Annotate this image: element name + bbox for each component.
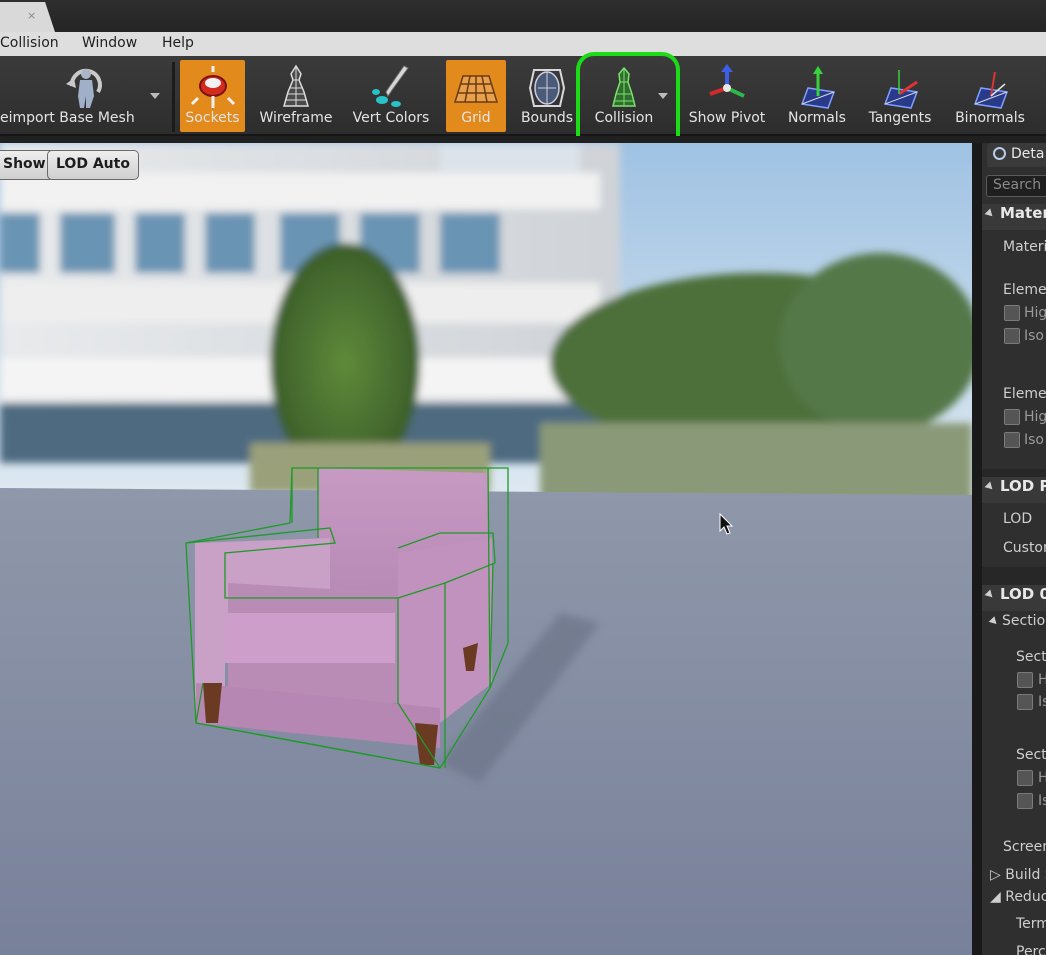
- section0-isolate-label: Is: [1038, 694, 1046, 710]
- viewport-frame: [0, 136, 1046, 143]
- magnifier-icon: [993, 147, 1006, 160]
- binormals-label: Binormals: [955, 110, 1025, 126]
- binormals-button[interactable]: Binormals: [952, 60, 1028, 132]
- binormals-icon: [973, 71, 1009, 109]
- highlight1-label: Hig: [1024, 409, 1046, 425]
- details-tab-label: Deta: [1011, 146, 1045, 162]
- bounds-label: Bounds: [520, 110, 574, 126]
- isolate0-label: Iso: [1024, 328, 1044, 344]
- section1-highlight-label: H: [1038, 770, 1046, 786]
- element1-label: Elemen: [1003, 386, 1046, 402]
- reimport-dropdown-arrow[interactable]: [150, 93, 160, 99]
- reimport-label: eimport Base Mesh: [0, 110, 135, 126]
- editor-tab[interactable]: ×: [0, 2, 55, 32]
- wireframe-button[interactable]: Wireframe: [257, 60, 335, 132]
- lod-auto-button[interactable]: LOD Auto: [47, 150, 139, 180]
- menu-bar: Collision Window Help: [0, 32, 1046, 56]
- menu-help[interactable]: Help: [162, 35, 194, 51]
- sockets-icon: [190, 66, 235, 108]
- grid-button[interactable]: Grid: [446, 60, 506, 132]
- toolbar: eimport Base Mesh Sockets Wireframe Vert…: [0, 56, 1046, 136]
- tangents-label: Tangents: [868, 110, 932, 126]
- section0-highlight-label: H: [1038, 672, 1046, 688]
- section1-highlight-checkbox[interactable]: [1017, 770, 1033, 786]
- details-panel: Deta Search I Materi Materi Elemen Hig I…: [977, 143, 1046, 955]
- show-pivot-button[interactable]: Show Pivot: [686, 60, 768, 132]
- collision-icon: [612, 66, 636, 107]
- viewport-scene: [0, 143, 972, 955]
- build-settings-row[interactable]: ▷ Build S: [990, 867, 1046, 883]
- tangents-icon: [883, 70, 919, 109]
- lod-picker-header[interactable]: LOD P: [982, 477, 1046, 503]
- material-slot-label: Materi: [1003, 239, 1046, 255]
- reimport-base-mesh-button[interactable]: eimport Base Mesh: [0, 60, 145, 132]
- sections-label[interactable]: Section: [988, 613, 1046, 629]
- show-pivot-label: Show Pivot: [688, 110, 766, 126]
- section-gap: [982, 567, 1046, 587]
- section1-label: Sect: [1016, 747, 1046, 763]
- highlight0-checkbox[interactable]: [1004, 305, 1020, 321]
- search-placeholder: Search I: [993, 177, 1046, 193]
- toolbar-separator: [172, 62, 175, 132]
- reduction-settings-row[interactable]: ◢ Reduct: [990, 889, 1046, 905]
- section0-highlight-checkbox[interactable]: [1017, 672, 1033, 688]
- sockets-button[interactable]: Sockets: [180, 60, 245, 132]
- section1-isolate-label: Is: [1038, 793, 1046, 809]
- section0-label: Sect: [1016, 649, 1046, 665]
- section1-isolate-checkbox[interactable]: [1017, 793, 1033, 809]
- show-pivot-icon: [709, 64, 745, 98]
- custom-label: Custon: [1003, 540, 1046, 556]
- collision-label: Collision: [594, 110, 654, 126]
- grid-label: Grid: [461, 110, 491, 126]
- normals-icon: [800, 66, 836, 109]
- wireframe-label: Wireframe: [259, 110, 333, 126]
- materials-header-label: Materi: [1000, 204, 1046, 222]
- vert-colors-label: Vert Colors: [352, 110, 430, 126]
- lod-picker-label: LOD P: [1000, 477, 1046, 495]
- isolate1-checkbox[interactable]: [1004, 432, 1020, 448]
- highlight0-label: Hig: [1024, 305, 1046, 321]
- wireframe-icon: [283, 64, 309, 107]
- normals-label: Normals: [788, 110, 846, 126]
- mesh-viewport[interactable]: Show LOD Auto: [0, 143, 972, 955]
- section0-isolate-checkbox[interactable]: [1017, 694, 1033, 710]
- reimport-icon: [66, 68, 102, 108]
- bounds-icon: [528, 69, 566, 107]
- percent-label: Perc: [1016, 944, 1046, 955]
- screen-size-label: Screen: [1003, 839, 1046, 855]
- element0-label: Elemen: [1003, 282, 1046, 298]
- isolate1-label: Iso: [1024, 432, 1044, 448]
- lod0-header[interactable]: LOD 0: [982, 585, 1046, 611]
- vert-colors-icon: [372, 65, 409, 107]
- normals-button[interactable]: Normals: [784, 60, 850, 132]
- vert-colors-button[interactable]: Vert Colors: [349, 60, 433, 132]
- details-tab[interactable]: Deta: [987, 143, 1046, 167]
- collision-dropdown-arrow[interactable]: [658, 93, 668, 99]
- menu-window[interactable]: Window: [82, 35, 137, 51]
- menu-collision[interactable]: Collision: [0, 35, 59, 51]
- sockets-label: Sockets: [185, 110, 240, 126]
- tab-bar: ×: [0, 0, 1046, 32]
- section-gap: [982, 469, 1046, 477]
- bounds-button[interactable]: Bounds: [518, 60, 576, 132]
- termination-label: Term: [1016, 916, 1046, 932]
- lod-label: LOD: [1003, 511, 1033, 527]
- isolate0-checkbox[interactable]: [1004, 328, 1020, 344]
- materials-header[interactable]: Materi: [982, 204, 1046, 230]
- close-tab-icon[interactable]: ×: [27, 9, 36, 22]
- collision-button[interactable]: Collision: [588, 60, 660, 132]
- lod0-label: LOD 0: [1000, 585, 1046, 603]
- details-search-input[interactable]: Search I: [986, 175, 1046, 197]
- grid-icon: [453, 75, 499, 103]
- highlight1-checkbox[interactable]: [1004, 409, 1020, 425]
- tangents-button[interactable]: Tangents: [862, 60, 938, 132]
